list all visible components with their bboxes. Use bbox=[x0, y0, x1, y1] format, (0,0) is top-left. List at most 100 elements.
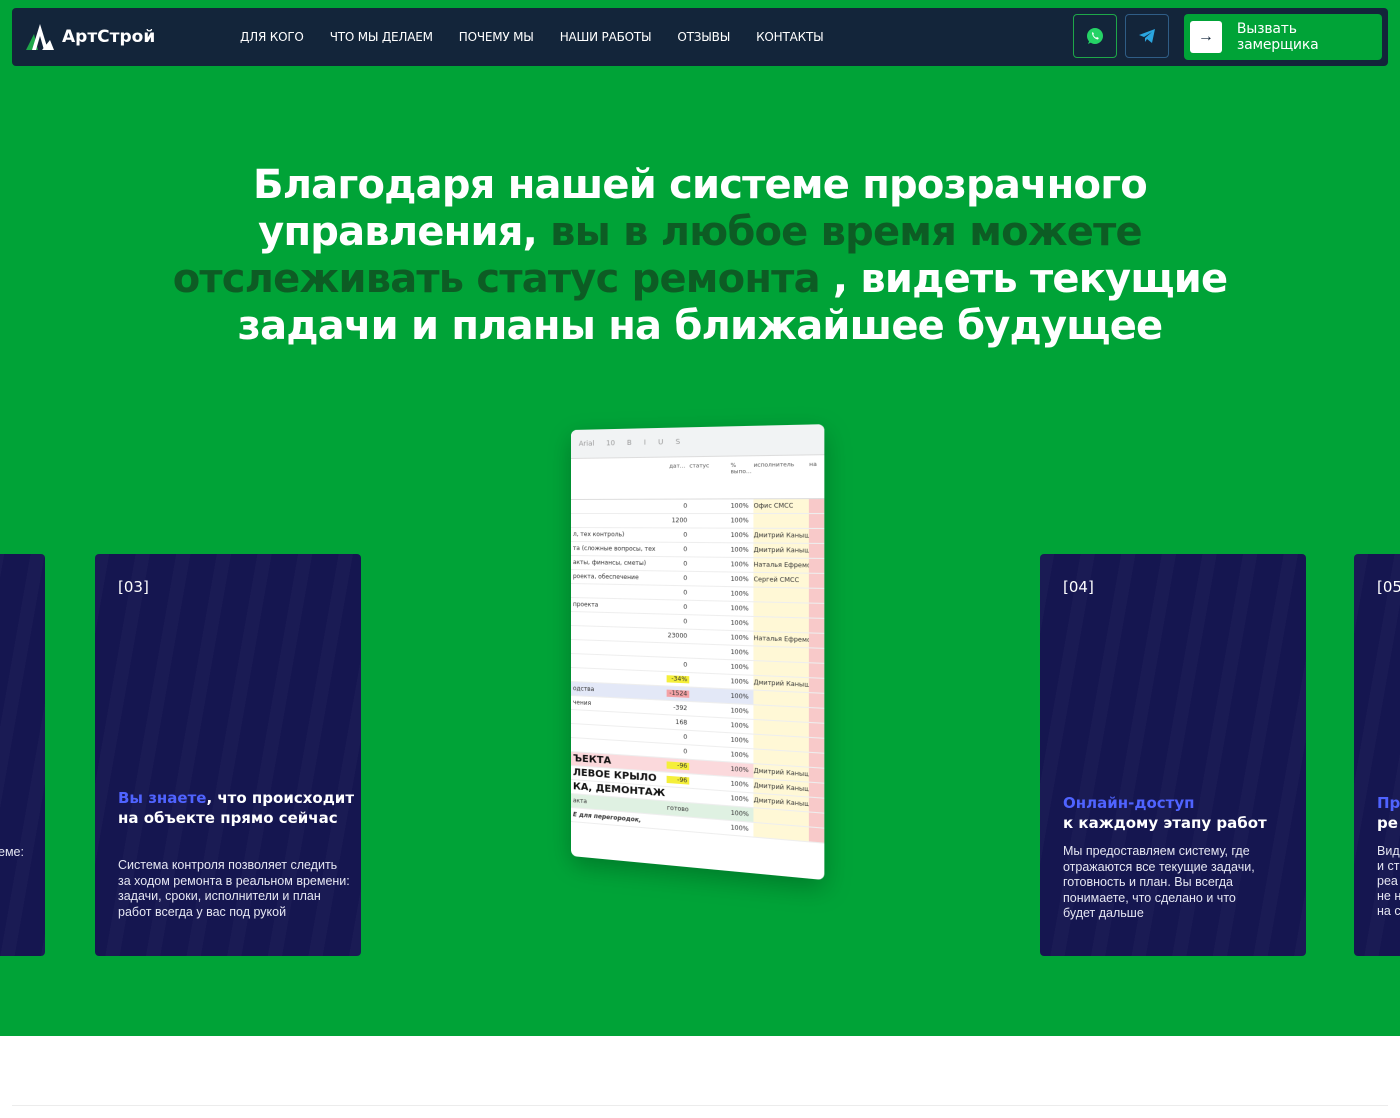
sheet-cell-assignee: Сергей СМСС bbox=[754, 573, 810, 588]
sheet-cell-extra bbox=[809, 738, 824, 753]
sheet-cell-extra bbox=[809, 723, 824, 738]
card-title-highlight: Вы знаете bbox=[118, 789, 206, 807]
card-number: [05 bbox=[1377, 578, 1400, 596]
sheet-cell-task: л, тех контроль) bbox=[571, 531, 667, 539]
sheet-cell-value: -1524 bbox=[667, 690, 689, 698]
sheet-cell-extra bbox=[809, 619, 824, 633]
sheet-cell-extra bbox=[809, 544, 824, 558]
sheet-cell-task bbox=[571, 661, 667, 665]
spreadsheet-screenshot: Arial 10 B I U S дат... статус % выпо...… bbox=[571, 424, 824, 880]
sheet-cell-task: чения bbox=[571, 699, 667, 711]
nav-item-contacts[interactable]: КОНТАКТЫ bbox=[756, 30, 823, 44]
sheet-cell-pct: 100% bbox=[731, 663, 754, 671]
sheet-cell-value: -34% bbox=[667, 675, 689, 683]
telegram-icon bbox=[1138, 28, 1156, 44]
brand-name: АртСтрой bbox=[62, 27, 155, 47]
sheet-cell-pct: 100% bbox=[731, 620, 754, 628]
sheet-cell-value: 0 bbox=[667, 661, 689, 669]
sheet-font: Arial bbox=[579, 440, 595, 448]
sheet-cell-status bbox=[689, 752, 730, 755]
card-number: [04] bbox=[1063, 578, 1094, 596]
sheet-cell-task: одства bbox=[571, 685, 667, 697]
sheet-cell-pct: 100% bbox=[731, 693, 754, 701]
arrow-right-icon: → bbox=[1190, 21, 1222, 53]
sheet-bold: B bbox=[627, 439, 632, 447]
spreadsheet-image: Arial 10 B I U S дат... статус % выпо...… bbox=[571, 424, 824, 880]
nav-item-for-whom[interactable]: ДЛЯ КОГО bbox=[240, 30, 304, 44]
brand-logo[interactable]: АртСтрой bbox=[24, 20, 155, 54]
card-title-highlight: Пр bbox=[1377, 794, 1400, 812]
whatsapp-button[interactable] bbox=[1073, 14, 1117, 58]
sheet-cell-extra bbox=[809, 559, 824, 573]
sheet-cell-extra bbox=[809, 768, 824, 783]
section-divider bbox=[12, 1105, 1388, 1106]
sheet-cell-assignee: Наталья Ефремова bbox=[754, 558, 810, 573]
sheet-cell-task bbox=[571, 717, 667, 722]
sheet-cell-extra bbox=[809, 574, 824, 588]
sheet-cell-value: 0 bbox=[667, 603, 689, 611]
card-desc-line: и ст bbox=[1377, 859, 1399, 875]
sheet-cell-status bbox=[689, 665, 730, 667]
card-description: Система контроля позволяет следить за хо… bbox=[118, 858, 350, 920]
nav-item-our-works[interactable]: НАШИ РАБОТЫ bbox=[560, 30, 652, 44]
sheet-cell-task bbox=[571, 619, 667, 622]
feature-card-05-partial: [05 Пр ре Вид и ст реа не н на с bbox=[1354, 554, 1400, 956]
sheet-cell-pct: 100% bbox=[731, 751, 754, 760]
sheet-cell-pct: 100% bbox=[731, 502, 754, 509]
card-title-highlight: Онлайн-доступ bbox=[1063, 794, 1194, 812]
sheet-size: 10 bbox=[606, 439, 615, 447]
sheet-cell-status bbox=[689, 738, 730, 740]
sheet-cell-task bbox=[571, 591, 667, 593]
sheet-cell-task bbox=[571, 745, 667, 751]
sheet-cell-task bbox=[571, 731, 667, 737]
card-description: Мы предоставляем систему, где отражаются… bbox=[1063, 844, 1269, 922]
card-desc-line: Вид bbox=[1377, 844, 1400, 860]
sheet-cell-status bbox=[689, 824, 730, 827]
sheet-cell-status bbox=[689, 607, 730, 608]
card-title-rest: к каждому этапу работ bbox=[1063, 814, 1267, 832]
sheet-cell-status bbox=[689, 781, 730, 784]
sheet-cell-value: 0 bbox=[667, 575, 689, 583]
sheet-cell-pct: 100% bbox=[731, 576, 754, 584]
sheet-cell-status bbox=[689, 622, 730, 623]
sheet-cell-pct: 100% bbox=[731, 707, 754, 716]
sheet-col-date: дат... bbox=[571, 457, 689, 499]
sheet-cell-value: -96 bbox=[667, 761, 689, 770]
sheet-col-pct: % выпо... bbox=[731, 456, 754, 498]
sheet-cell-pct: 100% bbox=[731, 736, 754, 745]
sheet-cell-value: 23000 bbox=[667, 632, 689, 640]
sheet-col-extra: на bbox=[809, 455, 824, 498]
feature-card-03: [03] Вы знаете, что происходит на объект… bbox=[95, 554, 361, 956]
sheet-cell-value: 0 bbox=[667, 546, 689, 553]
sheet-cell-value: 0 bbox=[667, 733, 689, 742]
sheet-cell-task: акты, финансы, сметы) bbox=[571, 559, 667, 567]
sheet-cell-status bbox=[689, 795, 730, 798]
telegram-button[interactable] bbox=[1125, 14, 1169, 58]
sheet-cell-extra bbox=[809, 693, 824, 708]
sheet-cell-pct: 100% bbox=[731, 605, 754, 613]
sheet-strike: S bbox=[676, 438, 681, 446]
sheet-cell-value: 0 bbox=[667, 618, 689, 626]
whatsapp-icon bbox=[1086, 27, 1104, 45]
nav-item-reviews[interactable]: ОТЗЫВЫ bbox=[677, 30, 730, 44]
call-measurer-button[interactable]: → Вызвать замерщика bbox=[1184, 14, 1382, 60]
card-fragment-text: еме: bbox=[0, 845, 24, 859]
top-navbar: АртСтрой ДЛЯ КОГО ЧТО МЫ ДЕЛАЕМ ПОЧЕМУ М… bbox=[12, 8, 1388, 66]
nav-item-why-us[interactable]: ПОЧЕМУ МЫ bbox=[459, 30, 534, 44]
sheet-cell-pct: 100% bbox=[731, 795, 754, 804]
sheet-cell-extra bbox=[809, 813, 824, 828]
sheet-cell-value: 1200 bbox=[667, 517, 689, 524]
sheet-cell-extra bbox=[809, 708, 824, 723]
card-title-rest: ре bbox=[1377, 814, 1398, 832]
sheet-cell-status bbox=[689, 680, 730, 682]
nav-item-what-we-do[interactable]: ЧТО МЫ ДЕЛАЕМ bbox=[330, 30, 433, 44]
card-desc-line: реа bbox=[1377, 874, 1398, 890]
sheet-toolbar: Arial 10 B I U S bbox=[571, 424, 824, 459]
sheet-cell-extra bbox=[809, 514, 824, 528]
sheet-cell-value: 0 bbox=[667, 560, 689, 568]
sheet-cell-status bbox=[689, 723, 730, 725]
feature-card-02-partial: еме: bbox=[0, 554, 45, 956]
card-title: Вы знаете, что происходит на объекте пря… bbox=[118, 788, 358, 828]
sheet-cell-assignee bbox=[754, 691, 810, 707]
sheet-cell-pct: 100% bbox=[731, 532, 754, 539]
